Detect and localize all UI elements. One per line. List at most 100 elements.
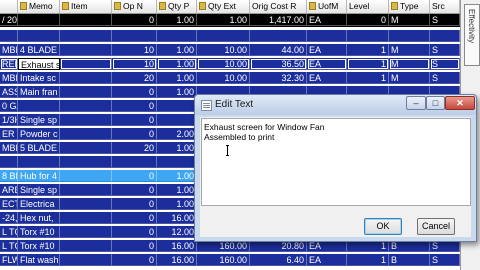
cell-src[interactable] bbox=[430, 30, 460, 42]
cell-cost[interactable]: 32.30 bbox=[250, 72, 307, 84]
cell-memo[interactable]: Single sp bbox=[18, 184, 60, 196]
cell-uofm[interactable] bbox=[307, 30, 347, 42]
cell-c0[interactable]: 1/3H bbox=[0, 114, 18, 126]
cell-c0[interactable]: L TC bbox=[0, 226, 18, 238]
cell-src[interactable]: S bbox=[430, 58, 460, 70]
cell-memo[interactable] bbox=[18, 14, 60, 26]
cell-memo[interactable] bbox=[18, 156, 60, 168]
cell-qtyp[interactable] bbox=[157, 30, 197, 42]
cell-qtyp[interactable]: 1.00 bbox=[157, 184, 197, 196]
cell-qtye[interactable]: 1.00 bbox=[197, 14, 250, 26]
cell-src[interactable]: S bbox=[430, 254, 460, 266]
cancel-button[interactable]: Cancel bbox=[417, 218, 455, 235]
cell-level[interactable]: 0 bbox=[347, 14, 389, 26]
table-row[interactable]: MBL4 BLADE 101.0010.0044.00EA1MS bbox=[0, 44, 460, 56]
cell-op[interactable]: 20 bbox=[112, 142, 157, 154]
cell-memo[interactable]: Single sp bbox=[18, 114, 60, 126]
cell-item[interactable] bbox=[60, 30, 112, 42]
cell-type[interactable]: M bbox=[389, 44, 430, 56]
cell-op[interactable]: 0 bbox=[112, 100, 157, 112]
cell-item[interactable] bbox=[60, 170, 112, 182]
cell-qtye[interactable]: 10.00 bbox=[197, 72, 250, 84]
cell-type[interactable] bbox=[389, 30, 430, 42]
cell-c0[interactable]: MBL bbox=[0, 44, 18, 56]
cell-memo[interactable]: 4 BLADE bbox=[18, 44, 60, 56]
cell-uofm[interactable]: EA bbox=[307, 14, 347, 26]
header-op-no[interactable]: Op N bbox=[112, 0, 157, 13]
minimize-button[interactable]: – bbox=[406, 96, 426, 110]
header-src[interactable]: Src bbox=[430, 0, 460, 13]
ok-button[interactable]: OK bbox=[364, 218, 402, 235]
cell-qtye[interactable]: 160.00 bbox=[197, 254, 250, 266]
cell-op[interactable]: 10 bbox=[112, 58, 157, 70]
cell-memo[interactable]: Electrica bbox=[18, 198, 60, 210]
cell-item[interactable] bbox=[60, 14, 112, 26]
cell-qtyp[interactable]: 2.00 bbox=[157, 128, 197, 140]
cell-uofm[interactable]: EA bbox=[307, 254, 347, 266]
cell-qtye[interactable]: 10.00 bbox=[197, 58, 250, 70]
cell-qtyp[interactable]: 16.00 bbox=[157, 240, 197, 252]
cell-qtyp[interactable]: 1.00 bbox=[157, 142, 197, 154]
table-row[interactable]: / 20"01.001.001,417.00EA0MS bbox=[0, 14, 460, 27]
cell-memo[interactable]: Exhaust s bbox=[18, 58, 60, 70]
cell-qtyp[interactable]: 1.00 bbox=[157, 198, 197, 210]
text-editor[interactable]: Exhaust screen for Window Fan Assembled … bbox=[201, 118, 471, 206]
cell-item[interactable] bbox=[60, 44, 112, 56]
cell-qtyp[interactable]: 1.00 bbox=[157, 72, 197, 84]
cell-op[interactable] bbox=[112, 156, 157, 168]
cell-cost[interactable]: 44.00 bbox=[250, 44, 307, 56]
cell-type[interactable]: M bbox=[389, 14, 430, 26]
cell-cost[interactable] bbox=[250, 30, 307, 42]
cell-c0[interactable]: FLW bbox=[0, 254, 18, 266]
table-row[interactable]: MBLIntake sc 201.0010.0032.30EA1MS bbox=[0, 72, 460, 84]
cell-op[interactable]: 0 bbox=[112, 254, 157, 266]
cell-qtyp[interactable] bbox=[157, 156, 197, 168]
cell-qtyp[interactable]: 1.00 bbox=[157, 86, 197, 98]
cell-c0[interactable] bbox=[0, 30, 18, 42]
cell-memo[interactable]: Torx #10 bbox=[18, 226, 60, 238]
cell-memo[interactable]: Hex nut, bbox=[18, 212, 60, 224]
table-row[interactable]: FLWFlat wash 016.00160.006.40EA1BS bbox=[0, 254, 460, 266]
cell-qtyp[interactable]: 1.00 bbox=[157, 44, 197, 56]
cell-op[interactable]: 0 bbox=[112, 128, 157, 140]
header-level[interactable]: Level bbox=[347, 0, 389, 13]
cell-qtye[interactable]: 10.00 bbox=[197, 44, 250, 56]
cell-c0[interactable]: ARE bbox=[0, 184, 18, 196]
cell-cost[interactable]: 6.40 bbox=[250, 254, 307, 266]
cell-item[interactable] bbox=[60, 114, 112, 126]
header-qty-per[interactable]: Qty P bbox=[157, 0, 197, 13]
cell-memo[interactable]: Hub for 4 bbox=[18, 170, 60, 182]
cell-op[interactable]: 0 bbox=[112, 114, 157, 126]
cell-item[interactable] bbox=[60, 184, 112, 196]
cell-uofm[interactable]: EA bbox=[307, 72, 347, 84]
cell-src[interactable]: S bbox=[430, 72, 460, 84]
cell-memo[interactable] bbox=[18, 100, 60, 112]
cell-qtyp[interactable] bbox=[157, 114, 197, 126]
cell-c0[interactable]: REM bbox=[0, 58, 18, 70]
cell-c0[interactable] bbox=[0, 156, 18, 168]
cell-level[interactable]: 1 bbox=[347, 254, 389, 266]
cell-op[interactable]: 0 bbox=[112, 170, 157, 182]
cell-c0[interactable]: / 20" bbox=[0, 14, 18, 26]
cell-c0[interactable]: 0 GA bbox=[0, 100, 18, 112]
cell-c0[interactable]: ASS bbox=[0, 86, 18, 98]
header-type[interactable]: Type bbox=[389, 0, 430, 13]
cell-src[interactable]: S bbox=[430, 44, 460, 56]
cell-qtyp[interactable]: 12.00 bbox=[157, 226, 197, 238]
cell-level[interactable]: 1 bbox=[347, 44, 389, 56]
cell-uofm[interactable]: EA bbox=[307, 58, 347, 70]
cell-op[interactable]: 10 bbox=[112, 44, 157, 56]
cell-op[interactable]: 0 bbox=[112, 212, 157, 224]
cell-c0[interactable]: MBL bbox=[0, 142, 18, 154]
cell-item[interactable] bbox=[60, 240, 112, 252]
cell-memo[interactable]: Powder c bbox=[18, 128, 60, 140]
cell-item[interactable] bbox=[60, 212, 112, 224]
cell-cost[interactable]: 1,417.00 bbox=[250, 14, 307, 26]
cell-memo[interactable]: Main fran bbox=[18, 86, 60, 98]
cell-item[interactable] bbox=[60, 142, 112, 154]
cell-op[interactable] bbox=[112, 30, 157, 42]
cell-memo[interactable] bbox=[18, 30, 60, 42]
table-row[interactable] bbox=[0, 30, 460, 42]
cell-item[interactable] bbox=[60, 198, 112, 210]
cell-op[interactable]: 0 bbox=[112, 198, 157, 210]
